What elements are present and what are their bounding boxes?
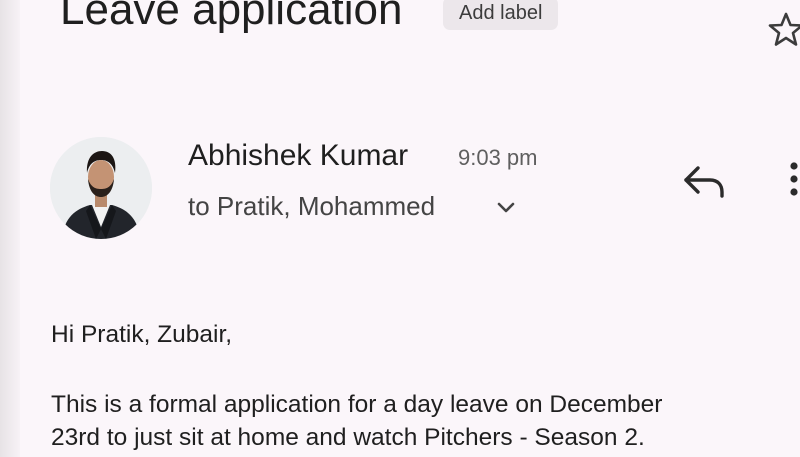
email-body-line: 23rd to just sit at home and watch Pitch… — [51, 424, 645, 451]
email-time: 9:03 pm — [458, 145, 538, 170]
more-vert-icon[interactable] — [784, 158, 800, 202]
sender-name[interactable]: Abhishek Kumar — [188, 138, 408, 174]
email-greeting: Hi Pratik, Zubair, — [51, 321, 233, 348]
recipients-line[interactable]: to Pratik, Mohammed — [188, 189, 435, 223]
avatar-photo — [50, 137, 152, 239]
reply-icon[interactable] — [680, 160, 728, 204]
chevron-down-icon[interactable] — [493, 194, 519, 220]
sender-avatar[interactable] — [50, 137, 152, 239]
add-label-button[interactable]: Add label — [443, 0, 559, 30]
edge-shadow — [0, 0, 20, 457]
email-body-line: This is a formal application for a day l… — [51, 391, 663, 418]
star-icon[interactable] — [766, 10, 800, 50]
email-subject: Leave application — [60, 0, 403, 34]
email-view: Leave application Add label Abhishek Kum… — [0, 0, 800, 457]
